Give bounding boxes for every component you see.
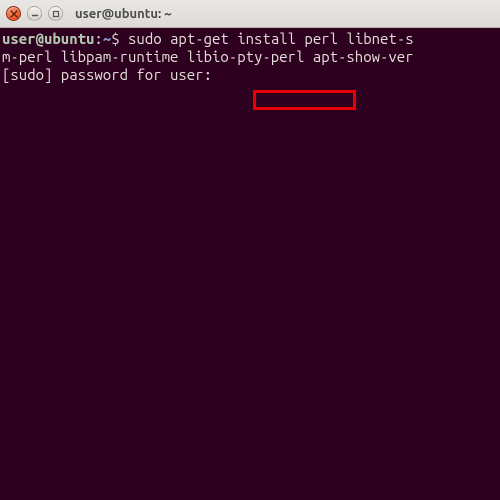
prompt-colon: :: [94, 30, 102, 47]
close-icon: [10, 10, 18, 18]
terminal-window: user@ubuntu: ~ user@ubuntu:~$ sudo apt-g…: [0, 0, 500, 500]
window-controls: [6, 6, 63, 21]
minimize-button[interactable]: [27, 6, 42, 21]
minimize-icon: [31, 10, 39, 18]
prompt-path: ~: [103, 30, 111, 47]
password-prompt: [sudo] password for user:: [2, 66, 220, 83]
prompt-user: user@ubuntu: [2, 30, 94, 47]
maximize-button[interactable]: [48, 6, 63, 21]
titlebar[interactable]: user@ubuntu: ~: [0, 0, 500, 28]
window-title: user@ubuntu: ~: [75, 7, 172, 21]
prompt-dollar: $: [111, 30, 128, 47]
maximize-icon: [52, 10, 60, 18]
command-line-1: sudo apt-get install perl libnet-s: [128, 30, 414, 47]
command-line-2: m-perl libpam-runtime libio-pty-perl apt…: [2, 48, 414, 65]
close-button[interactable]: [6, 6, 21, 21]
highlight-box: [253, 90, 356, 110]
terminal-body[interactable]: user@ubuntu:~$ sudo apt-get install perl…: [0, 28, 500, 500]
